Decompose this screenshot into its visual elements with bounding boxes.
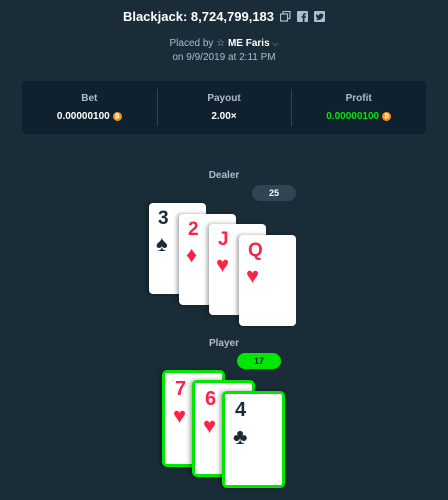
card-rank: 4 xyxy=(235,399,247,421)
bet-stats-panel: Bet 0.00000100 ₿ Payout 2.00× Profit 0.0… xyxy=(22,81,426,134)
player-card: 4 ♣ xyxy=(222,391,285,488)
payout-value: 2.00× xyxy=(211,111,237,122)
username-link[interactable]: ME Faris xyxy=(228,38,270,49)
chevron-down-icon[interactable]: ⌵ xyxy=(272,39,278,48)
copy-icon[interactable] xyxy=(279,11,291,23)
bet-title-row: Blackjack: 8,724,799,183 xyxy=(0,9,448,24)
dealer-card: Q ♥ xyxy=(239,235,296,326)
twitter-icon[interactable] xyxy=(313,11,325,23)
facebook-icon[interactable] xyxy=(296,11,308,23)
star-icon: ☆ xyxy=(216,38,226,49)
heart-icon: ♥ xyxy=(216,252,230,277)
payout-stat: Payout 2.00× xyxy=(156,81,292,134)
spade-icon: ♠ xyxy=(156,231,168,256)
player-label: Player xyxy=(208,338,240,349)
card-rank: 7 xyxy=(175,378,187,400)
bet-value: 0.00000100 xyxy=(56,111,110,122)
bitcoin-icon: ₿ xyxy=(112,112,122,121)
player-score-badge: 17 xyxy=(237,353,281,369)
placed-by-prefix: Placed by xyxy=(169,38,214,49)
card-rank: 3 xyxy=(158,208,169,229)
payout-label: Payout xyxy=(207,93,241,104)
diamond-icon: ♦ xyxy=(186,242,198,267)
card-rank: J xyxy=(218,229,229,250)
dealer-label: Dealer xyxy=(208,170,240,181)
club-icon: ♣ xyxy=(233,424,248,449)
card-rank: 2 xyxy=(188,219,199,240)
placed-by-info: Placed by ☆ ME Faris ⌵ on 9/9/2019 at 2:… xyxy=(0,37,448,65)
card-rank: 6 xyxy=(205,388,217,410)
heart-icon: ♥ xyxy=(203,413,217,438)
bitcoin-icon: ₿ xyxy=(382,112,392,121)
bet-label: Bet xyxy=(81,93,98,104)
profit-value: 0.00000100 xyxy=(326,111,380,122)
bet-value-row: 0.00000100 ₿ xyxy=(57,111,122,122)
heart-icon: ♥ xyxy=(246,263,260,288)
placed-date: on 9/9/2019 at 2:11 PM xyxy=(172,52,276,63)
profit-label: Profit xyxy=(345,93,372,104)
card-rank: Q xyxy=(248,240,263,261)
profit-value-row: 0.00000100 ₿ xyxy=(326,111,392,122)
heart-icon: ♥ xyxy=(173,403,187,428)
dealer-score-badge: 25 xyxy=(252,185,296,201)
bet-title: Blackjack: 8,724,799,183 xyxy=(122,9,275,24)
profit-stat: Profit 0.00000100 ₿ xyxy=(291,81,426,134)
bet-stat: Bet 0.00000100 ₿ xyxy=(22,81,157,134)
